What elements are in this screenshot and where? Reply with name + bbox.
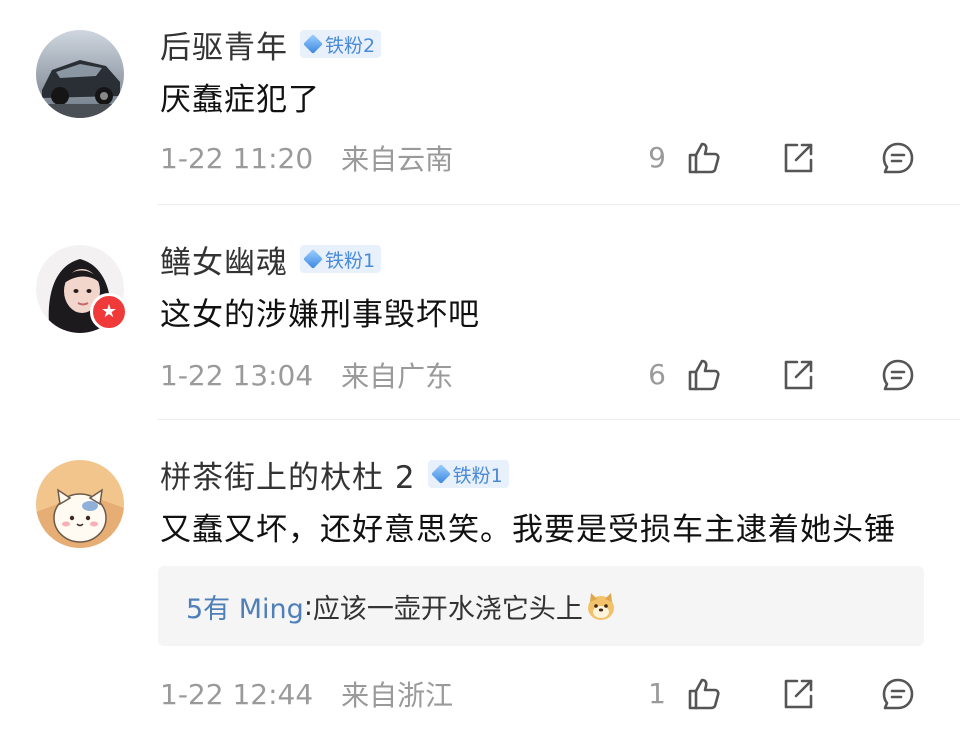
diamond-icon	[303, 34, 323, 54]
username[interactable]: 后驱青年	[160, 22, 288, 67]
avatar[interactable]	[36, 30, 124, 118]
comment-time: 1-22 12:44	[160, 677, 314, 711]
like-count: 6	[648, 358, 666, 391]
like-count: 9	[648, 141, 666, 174]
comment-icon[interactable]	[880, 357, 916, 393]
share-icon[interactable]	[780, 140, 816, 176]
fan-badge-label: 铁粉2	[325, 34, 376, 57]
comment-time: 1-22 11:20	[160, 141, 314, 175]
comment-actions: 1	[640, 674, 930, 714]
avatar-car-image	[36, 30, 124, 118]
comment-time: 1-22 13:04	[160, 358, 314, 392]
fan-badge-label: 铁粉1	[452, 464, 503, 487]
reply-preview[interactable]: 5有 Ming : 应该一壶开水浇它头上	[158, 566, 924, 646]
reply-username[interactable]: 5有 Ming	[186, 587, 304, 626]
comment-actions: 6	[640, 355, 930, 395]
comment-location: 来自云南	[341, 143, 454, 176]
verified-star-icon: ★	[90, 293, 128, 331]
username[interactable]: 鳝女幽魂	[160, 237, 288, 282]
avatar[interactable]: ★	[36, 245, 128, 333]
comment-icon[interactable]	[880, 140, 916, 176]
like-count: 1	[648, 677, 666, 710]
comment-location: 来自浙江	[341, 679, 454, 712]
username[interactable]: 栟茶街上的杕杜 2	[160, 452, 416, 497]
share-icon[interactable]	[780, 676, 816, 712]
share-icon[interactable]	[780, 357, 816, 393]
comment-item: ★ 鳝女幽魂 铁粉1 这女的涉嫌刑事毁坏吧 1-22 13:04 来自广东 6	[0, 205, 960, 420]
fan-badge-label: 铁粉1	[325, 249, 376, 272]
like-icon[interactable]	[686, 676, 722, 712]
comment-meta: 1-22 13:04 来自广东	[160, 355, 453, 395]
comment-meta: 1-22 12:44 来自浙江	[160, 674, 453, 714]
diamond-icon	[303, 249, 323, 269]
reply-separator: :	[303, 590, 313, 622]
comment-item: 栟茶街上的杕杜 2 铁粉1 又蠢又坏，还好意思笑。我要是受损车主逮着她头锤 5有…	[0, 420, 960, 740]
like-icon[interactable]	[686, 357, 722, 393]
comment-meta: 1-22 11:20 来自云南	[160, 138, 453, 178]
comment-actions: 9	[640, 138, 930, 178]
diamond-icon	[430, 464, 451, 484]
username-row: 鳝女幽魂 铁粉1	[160, 237, 382, 282]
comment-text: 又蠢又坏，还好意思笑。我要是受损车主逮着她头锤	[160, 512, 896, 548]
comment-location: 来自广东	[341, 360, 454, 393]
avatar-cartoon-cat-image	[36, 460, 124, 548]
comment-icon[interactable]	[880, 676, 916, 712]
comment-text: 这女的涉嫌刑事毁坏吧	[160, 297, 480, 333]
comment-item: 后驱青年 铁粉2 厌蠢症犯了 1-22 11:20 来自云南 9	[0, 0, 960, 205]
fan-badge: 铁粉2	[300, 30, 382, 58]
avatar[interactable]	[36, 460, 124, 548]
username-row: 后驱青年 铁粉2	[160, 22, 382, 67]
like-icon[interactable]	[686, 140, 722, 176]
fan-badge: 铁粉1	[300, 245, 382, 273]
reply-text: 应该一壶开水浇它头上	[312, 593, 583, 625]
username-row: 栟茶街上的杕杜 2 铁粉1	[160, 452, 509, 497]
doge-emoji-icon	[585, 590, 617, 622]
comment-text: 厌蠢症犯了	[160, 82, 320, 118]
fan-badge: 铁粉1	[427, 460, 509, 488]
